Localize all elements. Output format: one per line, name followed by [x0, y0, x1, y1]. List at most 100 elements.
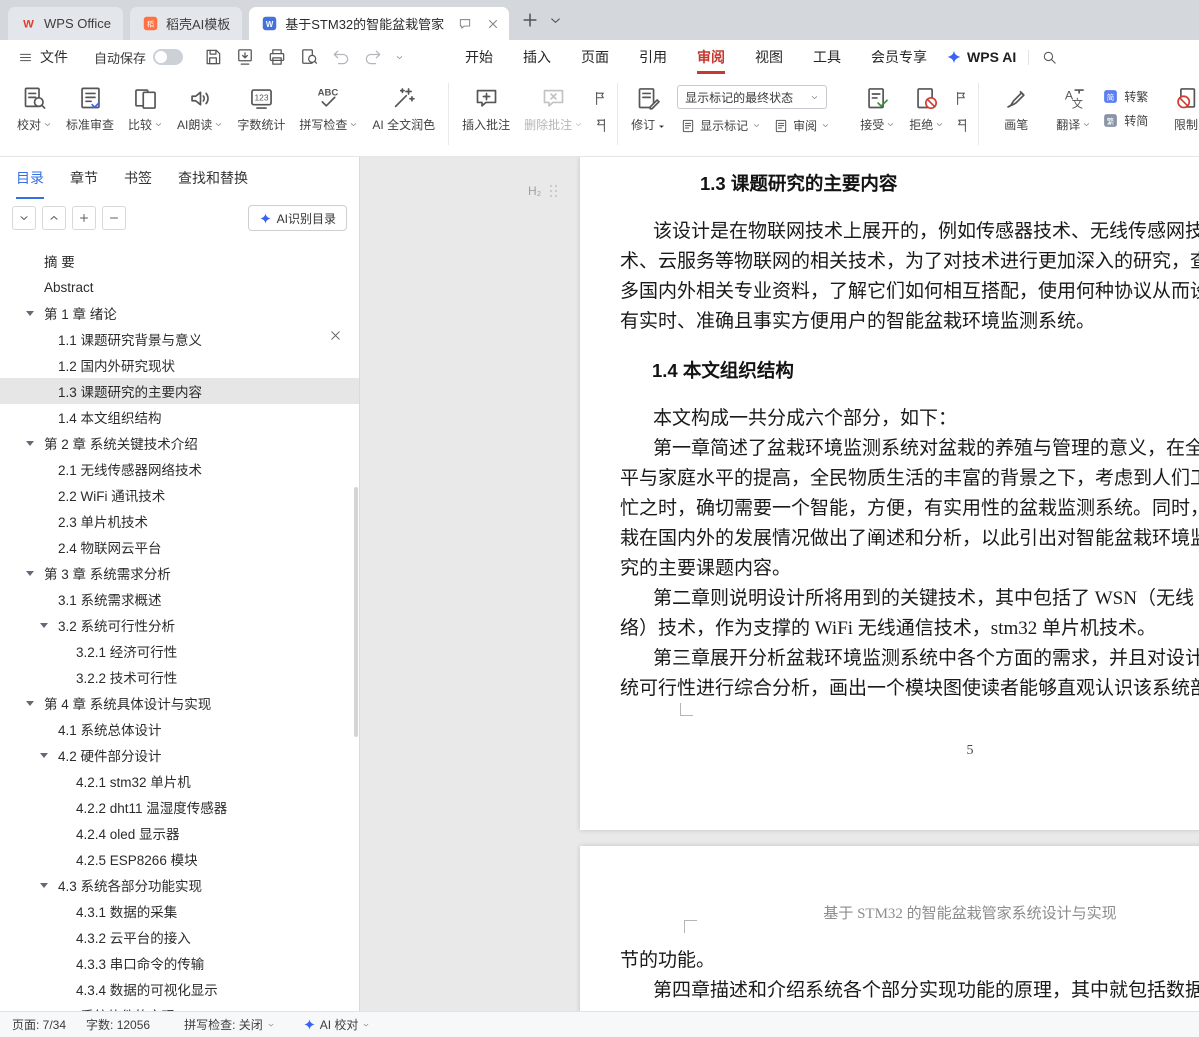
undo-button[interactable]	[331, 47, 351, 67]
previous-comment-button[interactable]	[592, 90, 609, 107]
tab-document[interactable]: W 基于STM32的智能盆栽管家	[249, 7, 509, 40]
toc-item[interactable]: 4.3.2 云平台的接入	[0, 924, 359, 950]
comment-bubble-icon[interactable]	[458, 17, 472, 31]
toc-item[interactable]: 4.3.1 数据的采集	[0, 898, 359, 924]
sidebar-tab-contents[interactable]: 目录	[16, 157, 44, 199]
toc-item[interactable]: 3.1 系统需求概述	[0, 586, 359, 612]
heading-level-badge[interactable]: H₂	[528, 176, 552, 206]
toc-item[interactable]: 1.1 课题研究背景与意义	[0, 326, 359, 352]
accept-button[interactable]: 接受	[853, 80, 902, 138]
previous-change-button[interactable]	[953, 90, 970, 107]
tab-docer-templates[interactable]: 稻 稻壳AI模板	[130, 7, 242, 40]
doc-text-line[interactable]: 术、云服务等物联网的相关技术，为了对技术进行更加深入的研究，查	[620, 247, 1199, 277]
expand-toggle[interactable]	[40, 753, 58, 758]
menu-tab-reference[interactable]: 引用	[624, 40, 682, 74]
toc-item[interactable]: 1.3 课题研究的主要内容	[0, 378, 359, 404]
sidebar-tab-bookmarks[interactable]: 书签	[124, 157, 152, 199]
toc-item[interactable]: 3.2 系统可行性分析	[0, 612, 359, 638]
simplified-to-traditional-button[interactable]: 简 转繁	[1102, 88, 1148, 105]
insert-comment-button[interactable]: 插入批注	[455, 80, 517, 138]
expand-toggle[interactable]	[26, 441, 44, 446]
doc-text-line[interactable]: 第四章描述和介绍系统各个部分实现功能的原理，其中就包括数据采	[620, 976, 1199, 1006]
spell-check-button[interactable]: ABC 拼写检查	[292, 80, 365, 138]
pen-button[interactable]: 画笔	[993, 80, 1039, 138]
doc-heading-1-4[interactable]: 1.4 本文组织结构	[652, 356, 1199, 386]
toc-item[interactable]: 4.2.4 oled 显示器	[0, 820, 359, 846]
word-count-button[interactable]: 123 字数统计	[230, 80, 292, 138]
toc-item[interactable]: 3.2.2 技术可行性	[0, 664, 359, 690]
show-markup-button[interactable]: 显示标记	[677, 115, 764, 136]
export-button[interactable]	[235, 47, 255, 67]
toc-item[interactable]: 1.4 本文组织结构	[0, 404, 359, 430]
close-tab-icon[interactable]	[486, 17, 500, 31]
restrict-edit-button[interactable]: 限制	[1163, 80, 1199, 138]
print-preview-button[interactable]	[299, 47, 319, 67]
doc-text-line[interactable]: 该设计是在物联网技术上展开的，例如传感器技术、无线传感网技	[620, 217, 1199, 247]
markup-state-dropdown[interactable]: 显示标记的最终状态	[677, 85, 827, 109]
document-area[interactable]: H₂ 1.3 课题研究的主要内容 该设计是在物联网技术上展开的，例如传感器技术、…	[361, 157, 1199, 1011]
doc-text-line[interactable]: 平与家庭水平的提高，全民物质生活的丰富的背景之下，考虑到人们工作	[620, 464, 1199, 494]
print-button[interactable]	[267, 47, 287, 67]
doc-text-line[interactable]: 第二章则说明设计所将用到的关键技术，其中包括了 WSN（无线	[620, 584, 1199, 614]
toc-item[interactable]: 4.2.2 dht11 温湿度传感器	[0, 794, 359, 820]
file-menu-button[interactable]: 文件	[18, 47, 68, 67]
doc-text-line[interactable]: 第三章展开分析盆栽环境监测系统中各个方面的需求，并且对设计出	[620, 644, 1199, 674]
next-comment-button[interactable]	[592, 117, 609, 134]
toc-item[interactable]: 第 3 章 系统需求分析	[0, 560, 359, 586]
next-change-button[interactable]	[953, 117, 970, 134]
expand-toggle[interactable]	[26, 311, 44, 316]
expand-toggle[interactable]	[26, 701, 44, 706]
track-changes-button[interactable]: 修订	[624, 80, 673, 138]
sidebar-scrollbar[interactable]	[354, 487, 358, 737]
tab-list-button[interactable]	[548, 13, 563, 28]
tab-wps-office[interactable]: W WPS Office	[8, 7, 123, 40]
toc-item[interactable]: 4.2.1 stm32 单片机	[0, 768, 359, 794]
toc-item[interactable]: 4.3 系统各部分功能实现	[0, 872, 359, 898]
toc-item[interactable]: 摘 要	[0, 248, 359, 274]
translate-button[interactable]: A文 翻译	[1049, 80, 1098, 138]
menu-tab-home[interactable]: 开始	[450, 40, 508, 74]
chevron-down-icon[interactable]	[395, 53, 404, 62]
doc-text-line[interactable]: 究的主要课题内容。	[620, 554, 1199, 584]
menu-tab-review[interactable]: 审阅	[682, 40, 740, 74]
delete-comment-button[interactable]: 删除批注	[517, 80, 590, 138]
zoom-in-button[interactable]	[72, 206, 96, 230]
drag-handle-icon[interactable]	[550, 185, 552, 187]
doc-text-line[interactable]: 络）技术，作为支撑的 WiFi 无线通信技术，stm32 单片机技术。	[620, 614, 1199, 644]
doc-text-line[interactable]: 忙之时，确切需要一个智能，方便，有实用性的盆栽监测系统。同时，对	[620, 494, 1199, 524]
toc-item[interactable]: 第 2 章 系统关键技术介绍	[0, 430, 359, 456]
close-sidebar-icon[interactable]	[328, 328, 343, 343]
menu-tab-view[interactable]: 视图	[740, 40, 798, 74]
search-icon[interactable]	[1041, 49, 1058, 66]
document-page-1[interactable]: H₂ 1.3 课题研究的主要内容 该设计是在物联网技术上展开的，例如传感器技术、…	[580, 157, 1199, 830]
spell-check-status[interactable]: 拼写检查: 关闭	[184, 1016, 275, 1033]
toc-item[interactable]: 2.2 WiFi 通讯技术	[0, 482, 359, 508]
sidebar-tab-chapters[interactable]: 章节	[70, 157, 98, 199]
doc-text-line[interactable]: 本文构成一共分成六个部分，如下：	[620, 404, 1199, 434]
reject-button[interactable]: 拒绝	[902, 80, 951, 138]
toc-item[interactable]: 2.1 无线传感器网络技术	[0, 456, 359, 482]
doc-text-line[interactable]: 第一章简述了盆栽环境监测系统对盆栽的养殖与管理的意义，在全民	[620, 434, 1199, 464]
menu-tab-insert[interactable]: 插入	[508, 40, 566, 74]
new-tab-button[interactable]	[520, 10, 540, 30]
doc-text-line[interactable]: 统可行性进行综合分析，画出一个模块图使读者能够直观认识该系统部分	[620, 674, 1199, 704]
toc-item[interactable]: 4.3.3 串口命令的传输	[0, 950, 359, 976]
document-page-2[interactable]: 基于 STM32 的智能盆栽管家系统设计与实现 节的功能。第四章描述和介绍系统各…	[580, 846, 1199, 1011]
toc-item[interactable]: 2.4 物联网云平台	[0, 534, 359, 560]
toc-item[interactable]: 4.1 系统总体设计	[0, 716, 359, 742]
proofread-button[interactable]: 校对	[10, 80, 59, 138]
toc-item[interactable]: 4.4 系统软件的实现	[0, 1002, 359, 1011]
menu-tab-page[interactable]: 页面	[566, 40, 624, 74]
menu-tab-tools[interactable]: 工具	[798, 40, 856, 74]
ai-read-button[interactable]: AI朗读	[170, 80, 230, 138]
toc-item[interactable]: 4.2.5 ESP8266 模块	[0, 846, 359, 872]
wps-ai-button[interactable]: WPS AI	[946, 49, 1016, 65]
standard-review-button[interactable]: 标准审查	[59, 80, 121, 138]
redo-button[interactable]	[363, 47, 383, 67]
toc-item[interactable]: 2.3 单片机技术	[0, 508, 359, 534]
traditional-to-simplified-button[interactable]: 繁 转简	[1102, 112, 1148, 129]
toc-item[interactable]: 4.2 硬件部分设计	[0, 742, 359, 768]
word-count-indicator[interactable]: 字数: 12056	[86, 1016, 150, 1033]
doc-text-line[interactable]: 栽在国内外的发展情况做出了阐述和分析，以此引出对智能盆栽环境监测	[620, 524, 1199, 554]
page-indicator[interactable]: 页面: 7/34	[12, 1016, 66, 1033]
